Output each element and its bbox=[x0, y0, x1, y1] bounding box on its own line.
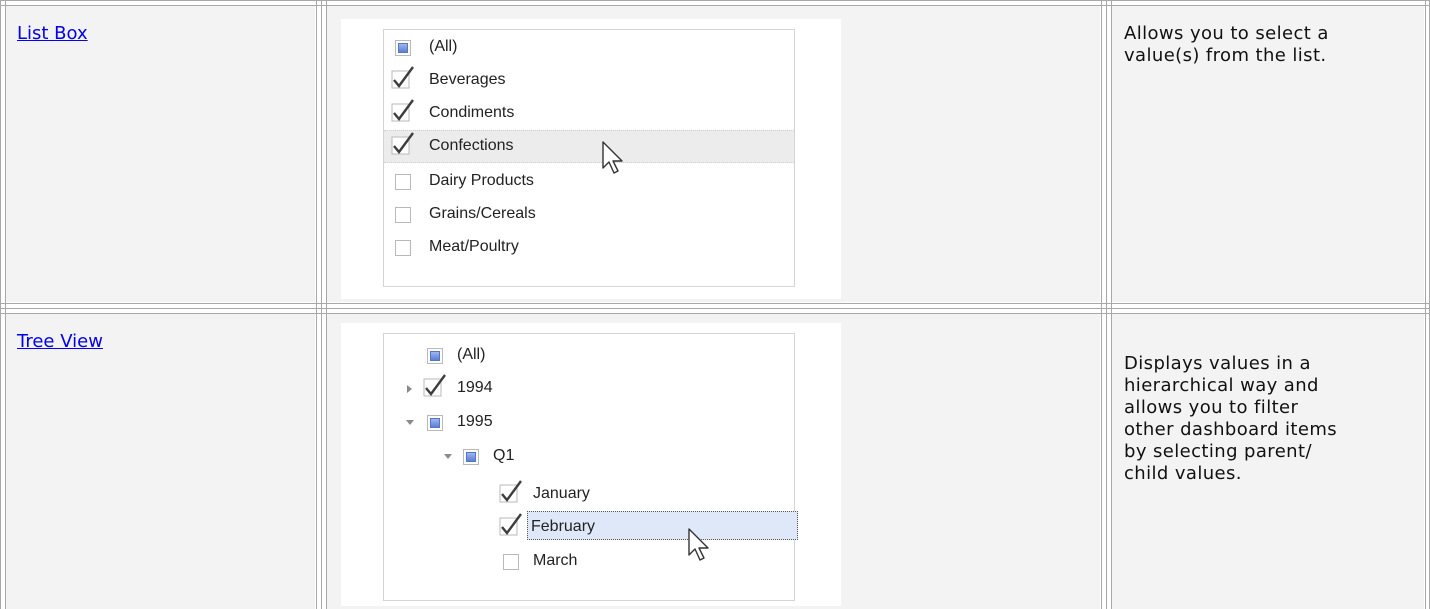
checkmark-icon[interactable] bbox=[499, 480, 523, 506]
description-line: Displays values in a bbox=[1124, 353, 1311, 374]
tree-node[interactable]: (All) bbox=[421, 340, 791, 371]
description-line: other dashboard items bbox=[1124, 419, 1338, 440]
table-border bbox=[0, 313, 1430, 314]
empty-checkbox-icon[interactable] bbox=[503, 554, 519, 570]
tree-node-label: 1995 bbox=[457, 413, 493, 430]
description-line: Allows you to select a bbox=[1124, 23, 1329, 44]
table-border bbox=[316, 0, 317, 609]
indeterminate-checkbox-icon[interactable] bbox=[427, 415, 443, 431]
empty-checkbox-icon[interactable] bbox=[395, 240, 411, 256]
tree-node-label: February bbox=[531, 518, 596, 535]
list-item[interactable]: Meat/Poultry bbox=[389, 232, 789, 263]
list-item-label: Meat/Poultry bbox=[429, 238, 519, 255]
tree-node-label: March bbox=[533, 552, 578, 569]
checkmark-icon[interactable] bbox=[423, 374, 447, 400]
tree-view-description: Displays values in a hierarchical way an… bbox=[1124, 353, 1337, 485]
description-line: hierarchical way and bbox=[1124, 375, 1319, 396]
description-line: child values. bbox=[1124, 463, 1242, 484]
tree-node[interactable]: 1995 bbox=[401, 407, 791, 438]
empty-checkbox-icon[interactable] bbox=[395, 207, 411, 223]
table-border bbox=[0, 308, 1430, 309]
tree-view-screenshot: (All) 1994 1995 Q1 January February Marc… bbox=[341, 323, 841, 606]
table-border bbox=[1425, 0, 1426, 609]
checkmark-icon[interactable] bbox=[391, 132, 415, 158]
tree-node-label: (All) bbox=[457, 346, 486, 363]
table-border bbox=[0, 0, 1430, 1]
list-item-label: Grains/Cereals bbox=[429, 205, 536, 222]
list-item-label: Beverages bbox=[429, 71, 506, 88]
list-item-label: Condiments bbox=[429, 104, 515, 121]
checkmark-icon[interactable] bbox=[499, 513, 523, 539]
list-box-description: Allows you to select a value(s) from the… bbox=[1124, 23, 1329, 67]
table-border bbox=[5, 0, 6, 609]
table-border bbox=[0, 0, 1, 609]
tree-node[interactable]: Q1 bbox=[439, 441, 791, 472]
tree-node[interactable]: February bbox=[497, 512, 791, 543]
indeterminate-checkbox-icon[interactable] bbox=[427, 348, 443, 364]
tree-view-link[interactable]: Tree View bbox=[17, 331, 103, 353]
mouse-cursor-icon bbox=[688, 528, 709, 561]
table-border bbox=[321, 0, 322, 609]
list-item-label: Dairy Products bbox=[429, 172, 534, 189]
list-item[interactable]: Condiments bbox=[389, 98, 789, 129]
mouse-cursor-icon bbox=[602, 141, 623, 174]
tree-node-label: 1994 bbox=[457, 379, 493, 396]
list-item[interactable]: Confections bbox=[389, 131, 789, 162]
description-line: value(s) from the list. bbox=[1124, 45, 1327, 66]
table-border bbox=[326, 0, 327, 609]
tree-node[interactable]: January bbox=[497, 479, 791, 510]
collapse-arrow-icon[interactable] bbox=[406, 420, 414, 425]
cell-name-1 bbox=[6, 6, 315, 302]
list-box-screenshot: (All) Beverages Condiments Confections D… bbox=[341, 19, 841, 299]
cell-name-2 bbox=[6, 314, 315, 609]
collapse-arrow-icon[interactable] bbox=[444, 454, 452, 459]
table-border bbox=[1106, 0, 1107, 609]
empty-checkbox-icon[interactable] bbox=[395, 174, 411, 190]
description-line: allows you to filter bbox=[1124, 397, 1299, 418]
checkmark-icon[interactable] bbox=[391, 99, 415, 125]
table-border bbox=[0, 5, 1430, 6]
list-item-label: Confections bbox=[429, 137, 514, 154]
list-item[interactable]: Grains/Cereals bbox=[389, 199, 789, 230]
table-border bbox=[0, 303, 1430, 304]
indeterminate-checkbox-icon[interactable] bbox=[463, 449, 479, 465]
list-item[interactable]: Beverages bbox=[389, 65, 789, 96]
tree-node[interactable]: 1994 bbox=[401, 373, 791, 404]
list-item[interactable]: Dairy Products bbox=[389, 166, 789, 197]
table-border bbox=[1101, 0, 1102, 609]
table-border bbox=[1111, 0, 1112, 609]
tree-node-label: January bbox=[533, 485, 590, 502]
expand-arrow-icon[interactable] bbox=[407, 385, 412, 393]
indeterminate-checkbox-icon[interactable] bbox=[395, 40, 411, 56]
checkmark-icon[interactable] bbox=[391, 66, 415, 92]
list-box-link[interactable]: List Box bbox=[17, 23, 88, 45]
list-item[interactable]: (All) bbox=[389, 32, 789, 63]
list-item-label: (All) bbox=[429, 38, 458, 55]
description-line: by selecting parent/ bbox=[1124, 441, 1312, 462]
tree-node-label: Q1 bbox=[493, 447, 515, 464]
tree-node[interactable]: March bbox=[497, 546, 791, 577]
